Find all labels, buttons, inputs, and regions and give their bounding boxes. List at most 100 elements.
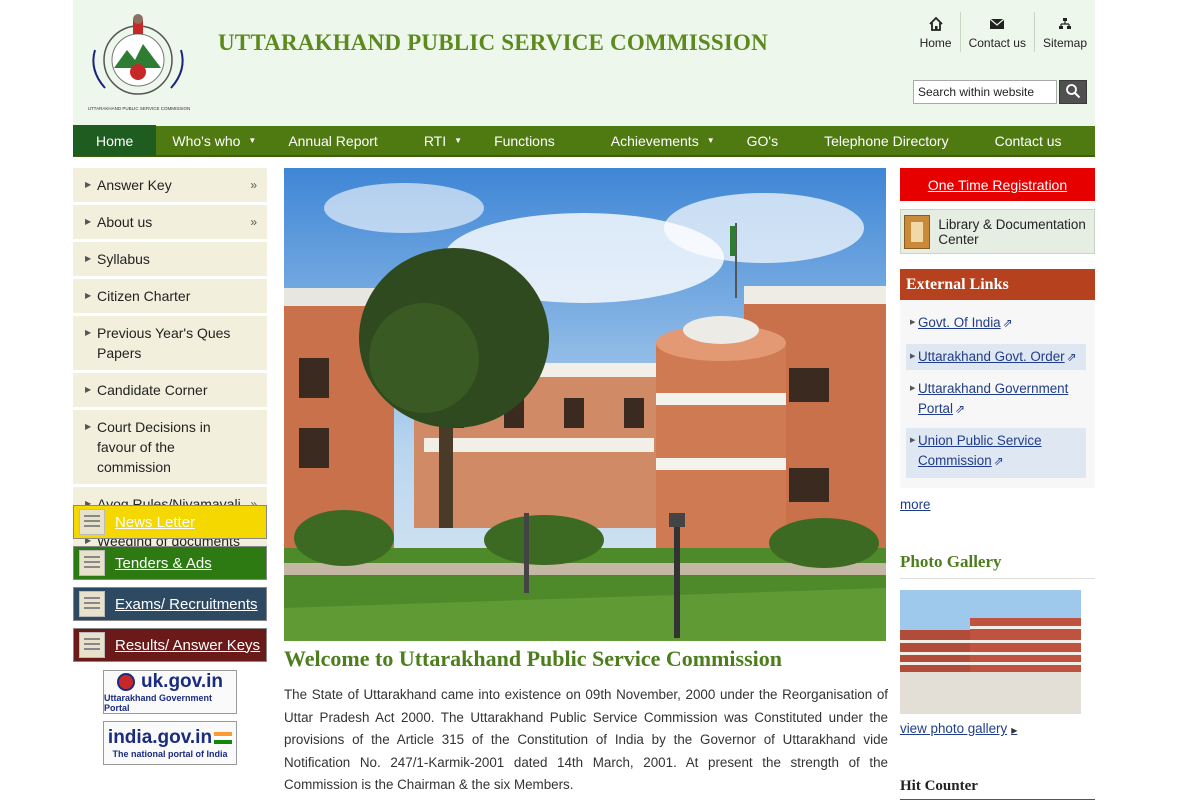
caret-down-icon: ▼ bbox=[706, 136, 715, 145]
top-link-contact[interactable]: Contact us bbox=[959, 12, 1034, 52]
gallery-thumbnail[interactable] bbox=[900, 590, 1081, 714]
exams-recruitments-button[interactable]: Exams/ Recruitments bbox=[73, 587, 267, 621]
search-input[interactable] bbox=[913, 80, 1057, 104]
button-label: Tenders & Ads bbox=[115, 554, 212, 572]
left-menu-label: Previous Year's Ques Papers bbox=[97, 325, 231, 361]
left-menu-citizen-charter[interactable]: ▶ Citizen Charter bbox=[73, 279, 267, 313]
hero-building-photo bbox=[284, 168, 886, 641]
left-menu-label: Syllabus bbox=[97, 251, 150, 267]
portal-title: india.gov.in bbox=[107, 727, 213, 748]
external-link-uk-government-portal[interactable]: ▶ Uttarakhand Government Portal ⇗ bbox=[906, 376, 1086, 422]
left-menu-syllabus[interactable]: ▶ Syllabus bbox=[73, 242, 267, 276]
nav-label: Achievements bbox=[610, 132, 699, 149]
caret-down-icon: ▼ bbox=[248, 136, 257, 145]
nav-contact-us[interactable]: Contact us bbox=[965, 125, 1078, 156]
nav-label: Contact us bbox=[994, 132, 1062, 149]
arrow-right-icon: ▶ bbox=[910, 319, 916, 326]
external-link-icon: ⇗ bbox=[993, 454, 1004, 468]
left-menu-court-decisions[interactable]: ▶ Court Decisions in favour of the commis… bbox=[73, 410, 267, 484]
arrow-right-icon: ▶ bbox=[85, 385, 92, 394]
search-box bbox=[913, 80, 1087, 104]
nav-label: RTI bbox=[423, 132, 447, 149]
external-link-label: Uttarakhand Government Portal bbox=[918, 381, 1069, 416]
welcome-heading: Welcome to Uttarakhand Public Service Co… bbox=[284, 646, 783, 671]
library-icon bbox=[904, 214, 931, 249]
document-icon bbox=[79, 550, 105, 576]
nav-whos-who[interactable]: Who's who ▼ bbox=[156, 125, 272, 156]
arrow-right-icon: ▶ bbox=[85, 422, 92, 431]
button-label: One Time Registration bbox=[927, 176, 1068, 193]
arrow-right-icon: ▶ bbox=[85, 180, 92, 189]
left-menu-candidate-corner[interactable]: ▶ Candidate Corner bbox=[73, 373, 267, 407]
nav-achievements[interactable]: Achievements ▼ bbox=[571, 125, 731, 156]
left-menu-label: Court Decisions in favour of the commiss… bbox=[97, 419, 211, 475]
external-link-label: Govt. Of India bbox=[918, 315, 1001, 330]
arrow-right-icon: ▶ bbox=[910, 385, 916, 392]
nav-rti[interactable]: RTI ▼ bbox=[394, 125, 478, 156]
double-chevron-icon: » bbox=[250, 215, 257, 229]
hit-counter-heading: Hit Counter bbox=[900, 778, 1095, 800]
intro-paragraph: The State of Uttarakhand came into exist… bbox=[284, 687, 888, 792]
arrow-right-icon: ▶ bbox=[85, 254, 92, 263]
external-link-upsc[interactable]: ▶ Union Public Service Commission ⇗ bbox=[906, 428, 1086, 478]
arrow-right-icon: ▶ bbox=[910, 353, 916, 360]
uk-gov-portal-banner[interactable]: uk.gov.in Uttarakhand Government Portal bbox=[103, 670, 237, 714]
portal-subtitle: Uttarakhand Government Portal bbox=[104, 693, 213, 713]
external-link-uk-govt-order[interactable]: ▶ Uttarakhand Govt. Order ⇗ bbox=[906, 344, 1086, 370]
left-menu-previous-papers[interactable]: ▶ Previous Year's Ques Papers bbox=[73, 316, 267, 370]
search-button[interactable] bbox=[1059, 80, 1087, 104]
flag-swoosh-icon bbox=[214, 731, 233, 744]
top-link-home[interactable]: Home bbox=[912, 12, 960, 52]
external-link-icon: ⇗ bbox=[1002, 316, 1013, 330]
nav-label: Home bbox=[96, 132, 134, 149]
left-menu-label: Citizen Charter bbox=[97, 288, 191, 304]
logo-caption: UTTARAKHAND PUBLIC SERVICE COMMISSION bbox=[87, 106, 191, 111]
one-time-registration-button[interactable]: One Time Registration bbox=[900, 168, 1095, 201]
home-icon bbox=[928, 14, 944, 34]
ukpsc-logo[interactable]: UTTARAKHAND PUBLIC SERVICE COMMISSION bbox=[81, 10, 197, 111]
left-menu: ▶ Answer Key » ▶ About us » ▶ Syllabus ▶ Citiz… bbox=[73, 168, 267, 561]
arrow-right-icon: ▶ bbox=[85, 328, 92, 337]
button-label: Exams/ Recruitments bbox=[115, 595, 258, 613]
portal-title: uk.gov.in bbox=[141, 671, 223, 692]
nav-home[interactable]: Home bbox=[73, 125, 157, 156]
view-gallery-label: view photo gallery bbox=[900, 721, 1008, 736]
results-answer-keys-button[interactable]: Results/ Answer Keys bbox=[73, 628, 267, 662]
left-menu-answer-key[interactable]: ▶ Answer Key » bbox=[73, 168, 267, 202]
view-photo-gallery-link[interactable]: view photo gallery ▶ bbox=[900, 721, 1017, 736]
library-documentation-link[interactable]: Library & Documentation Center bbox=[900, 209, 1095, 254]
more-link[interactable]: more bbox=[900, 497, 931, 512]
nav-functions[interactable]: Functions bbox=[478, 125, 571, 156]
india-gov-portal-banner[interactable]: india.gov.in The national portal of Indi… bbox=[103, 721, 237, 765]
nav-telephone-directory[interactable]: Telephone Directory bbox=[794, 125, 965, 156]
top-link-label: Home bbox=[919, 36, 952, 50]
uk-emblem-icon bbox=[117, 672, 135, 691]
nav-gos[interactable]: GO's bbox=[731, 125, 794, 156]
left-menu-about-us[interactable]: ▶ About us » bbox=[73, 205, 267, 239]
tenders-ads-button[interactable]: Tenders & Ads bbox=[73, 546, 267, 580]
nav-annual-report[interactable]: Annual Report bbox=[272, 125, 394, 156]
button-label: Results/ Answer Keys bbox=[115, 636, 261, 654]
external-link-label: Uttarakhand Govt. Order bbox=[918, 349, 1065, 364]
arrow-right-icon: ▶ bbox=[85, 291, 92, 300]
arrow-right-icon: ▶ bbox=[85, 217, 92, 226]
page: UTTARAKHAND PUBLIC SERVICE COMMISSION UT… bbox=[73, 0, 1095, 800]
sitemap-icon bbox=[1058, 14, 1072, 34]
top-links: Home Contact us Sitemap bbox=[912, 12, 1095, 52]
left-menu-label: About us bbox=[97, 214, 153, 230]
document-icon bbox=[79, 632, 105, 658]
news-letter-button[interactable]: News Letter bbox=[73, 505, 267, 539]
nav-label: GO's bbox=[746, 132, 779, 149]
top-link-sitemap[interactable]: Sitemap bbox=[1033, 12, 1095, 52]
nav-label: Telephone Directory bbox=[824, 132, 949, 149]
arrow-right-icon: ▶ bbox=[1011, 726, 1018, 735]
nav-label: Functions bbox=[494, 132, 555, 149]
portal-subtitle: The national portal of India bbox=[112, 749, 228, 759]
button-label: News Letter bbox=[115, 513, 196, 531]
search-icon bbox=[1065, 83, 1081, 102]
top-link-label: Contact us bbox=[968, 36, 1026, 50]
photo-gallery-heading: Photo Gallery bbox=[900, 552, 1095, 579]
left-menu-label: Candidate Corner bbox=[97, 382, 208, 398]
external-link-icon: ⇗ bbox=[1066, 350, 1077, 364]
external-link-govt-of-india[interactable]: ▶ Govt. Of India ⇗ bbox=[906, 310, 1086, 336]
